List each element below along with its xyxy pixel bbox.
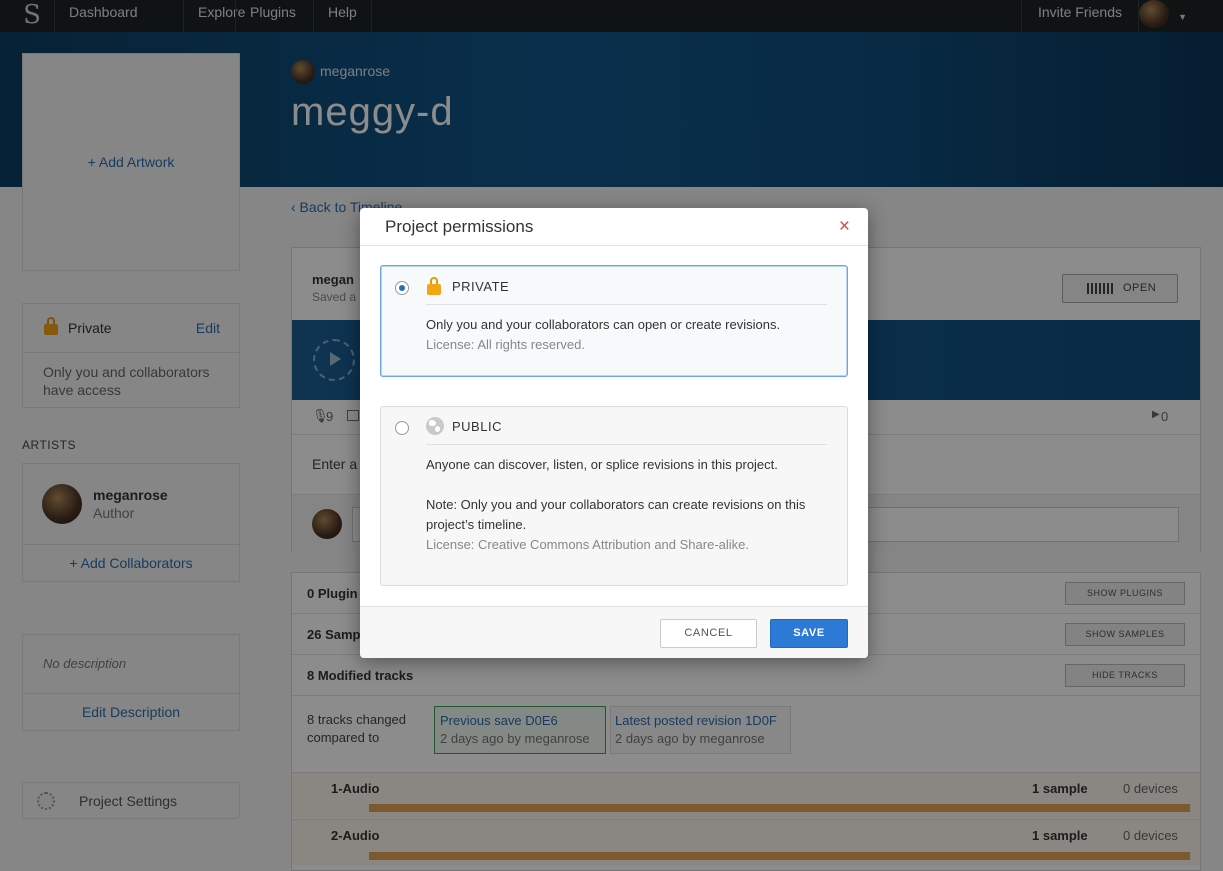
private-option[interactable]: PRIVATE Only you and your collaborators … bbox=[380, 265, 848, 377]
public-radio[interactable] bbox=[395, 421, 409, 435]
divider bbox=[426, 304, 827, 305]
close-icon[interactable]: × bbox=[839, 216, 850, 238]
dialog-header: Project permissions × bbox=[360, 208, 868, 246]
private-option-title: PRIVATE bbox=[452, 279, 510, 294]
public-option-note: Note: Only you and your collaborators ca… bbox=[426, 497, 806, 532]
public-option-description: Anyone can discover, listen, or splice r… bbox=[426, 457, 778, 472]
public-option[interactable]: PUBLIC Anyone can discover, listen, or s… bbox=[380, 406, 848, 586]
cancel-button[interactable]: CANCEL bbox=[660, 619, 757, 648]
globe-icon bbox=[426, 417, 444, 435]
public-option-title: PUBLIC bbox=[452, 419, 502, 434]
lock-icon bbox=[427, 277, 441, 295]
public-option-license: License: Creative Commons Attribution an… bbox=[426, 537, 749, 552]
dialog-footer: CANCEL SAVE bbox=[360, 606, 868, 658]
private-option-description: Only you and your collaborators can open… bbox=[426, 317, 781, 332]
private-option-license: License: All rights reserved. bbox=[426, 337, 585, 352]
save-button[interactable]: SAVE bbox=[770, 619, 848, 648]
project-permissions-dialog: Project permissions × PRIVATE Only you a… bbox=[360, 208, 868, 658]
divider bbox=[426, 444, 827, 445]
dialog-title: Project permissions bbox=[385, 217, 534, 236]
private-radio[interactable] bbox=[395, 281, 409, 295]
